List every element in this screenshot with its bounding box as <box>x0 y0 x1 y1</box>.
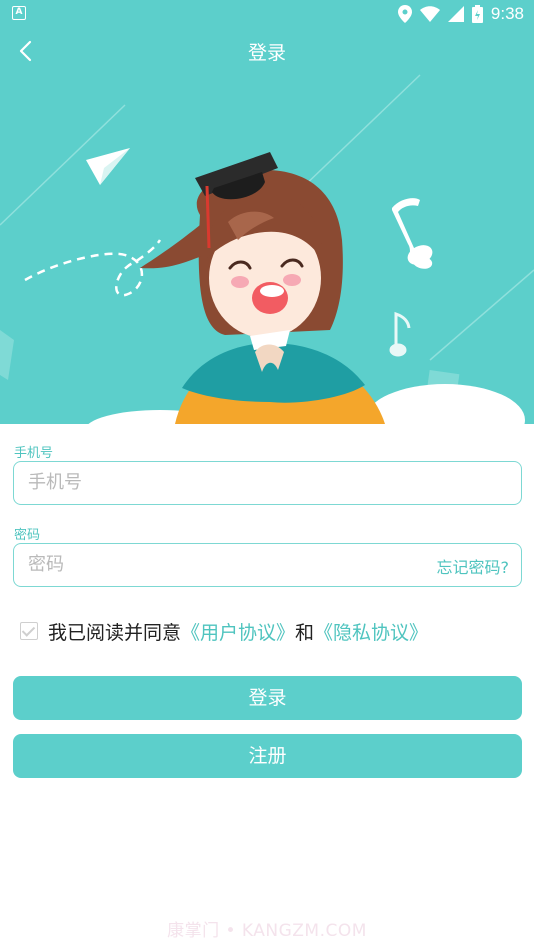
music-note-small-icon <box>389 311 411 357</box>
status-bar: A 9:38 <box>0 0 534 28</box>
signal-icon <box>447 6 464 22</box>
password-input[interactable] <box>28 544 418 585</box>
password-label: 密码 <box>14 528 41 543</box>
app-notification-icon: A <box>12 6 26 20</box>
agreement-row: 我已阅读并同意 《用户协议》 和 《隐私协议》 <box>20 616 428 646</box>
privacy-agreement-link[interactable]: 《隐私协议》 <box>314 618 428 645</box>
agreement-and: 和 <box>295 621 315 644</box>
page-title: 登录 <box>247 42 286 64</box>
user-agreement-link[interactable]: 《用户协议》 <box>181 618 295 645</box>
nav-bar: 登录 <box>0 28 534 74</box>
phone-field <box>13 461 522 505</box>
location-icon <box>397 5 412 23</box>
login-button[interactable]: 登录 <box>13 676 522 720</box>
agreement-prefix: 我已阅读并同意 <box>48 621 182 644</box>
phone-input[interactable] <box>28 462 418 503</box>
password-field: 忘记密码? <box>13 543 522 587</box>
hero-illustration: A 9:38 登录 <box>0 0 534 424</box>
watermark: 康掌门 • KANGZM.COM <box>167 921 367 941</box>
battery-icon <box>471 5 483 23</box>
wifi-icon <box>419 6 440 22</box>
status-time: 9:38 <box>490 4 524 23</box>
paper-plane-icon <box>86 148 130 185</box>
agreement-checkbox[interactable] <box>20 622 38 640</box>
phone-label: 手机号 <box>14 446 54 461</box>
music-note-icon <box>392 198 433 269</box>
forgot-password-link[interactable]: 忘记密码? <box>437 554 510 578</box>
register-button[interactable]: 注册 <box>13 734 522 778</box>
